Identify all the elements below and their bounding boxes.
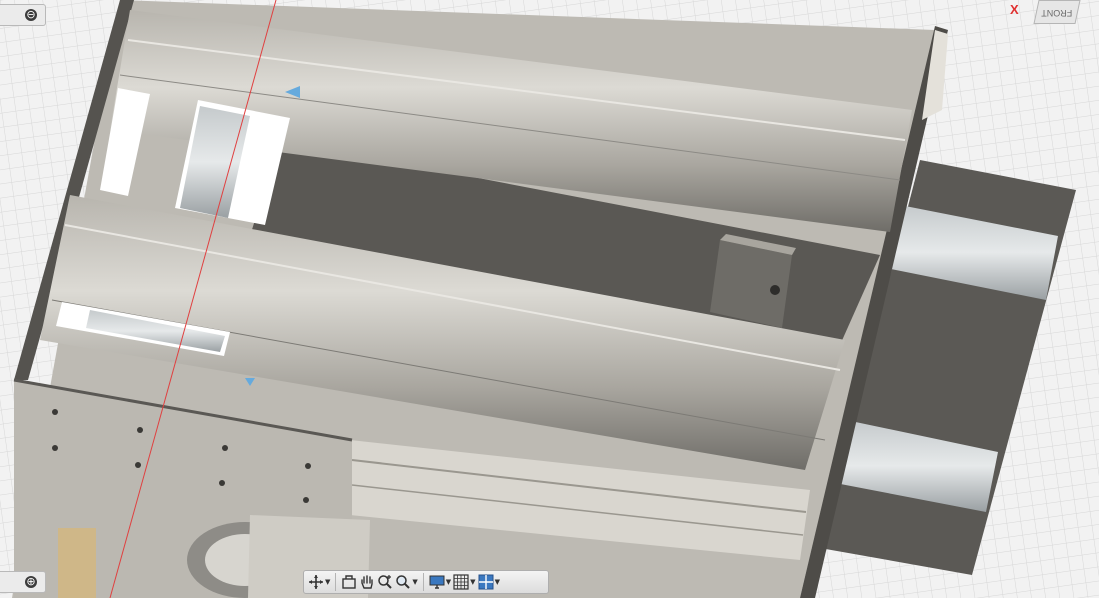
chevron-down-icon[interactable]: ▼ — [412, 578, 417, 586]
toolbar-divider — [422, 573, 424, 591]
zoom-icon — [378, 575, 393, 589]
model-canvas[interactable] — [0, 0, 1099, 598]
viewports-button[interactable]: ▼ — [478, 572, 500, 592]
monitor-icon — [429, 575, 445, 589]
look-at-button[interactable] — [341, 572, 357, 592]
look-at-icon — [342, 575, 357, 589]
display-settings-button[interactable]: ▼ — [429, 572, 451, 592]
viewcube-face-label: FRONT — [1041, 8, 1073, 18]
viewports-icon — [478, 574, 494, 590]
chevron-down-icon[interactable]: ▼ — [325, 578, 330, 586]
chevron-down-icon[interactable]: ▼ — [446, 578, 451, 586]
zoom-button[interactable] — [377, 572, 393, 592]
comments-panel-toggle[interactable]: ⊕ — [0, 571, 46, 593]
navigation-bar: ▼ ▼ ▼ ▼ ▼ — [303, 570, 549, 594]
fit-button[interactable]: ▼ — [395, 572, 418, 592]
grid-and-snaps-button[interactable]: ▼ — [453, 572, 476, 592]
viewcube-face[interactable]: FRONT — [1033, 0, 1081, 24]
browser-panel-toggle[interactable]: ⊖ — [0, 4, 46, 26]
zoom-window-icon — [396, 575, 411, 589]
viewcube[interactable]: X FRONT — [1008, 0, 1081, 26]
selection-highlight — [58, 528, 96, 598]
3d-viewport[interactable] — [0, 0, 1099, 598]
hand-icon — [361, 575, 374, 589]
chevron-down-icon[interactable]: ▼ — [470, 578, 475, 586]
expand-icon: ⊕ — [25, 575, 37, 588]
chevron-down-icon[interactable]: ▼ — [495, 578, 500, 586]
pan-button[interactable] — [359, 572, 375, 592]
grid-icon — [453, 574, 469, 590]
orbit-icon — [309, 575, 323, 589]
x-axis-label: X — [1010, 2, 1019, 17]
toolbar-divider — [335, 573, 337, 591]
orbit-button[interactable]: ▼ — [308, 572, 330, 592]
collapse-icon: ⊖ — [25, 8, 37, 21]
